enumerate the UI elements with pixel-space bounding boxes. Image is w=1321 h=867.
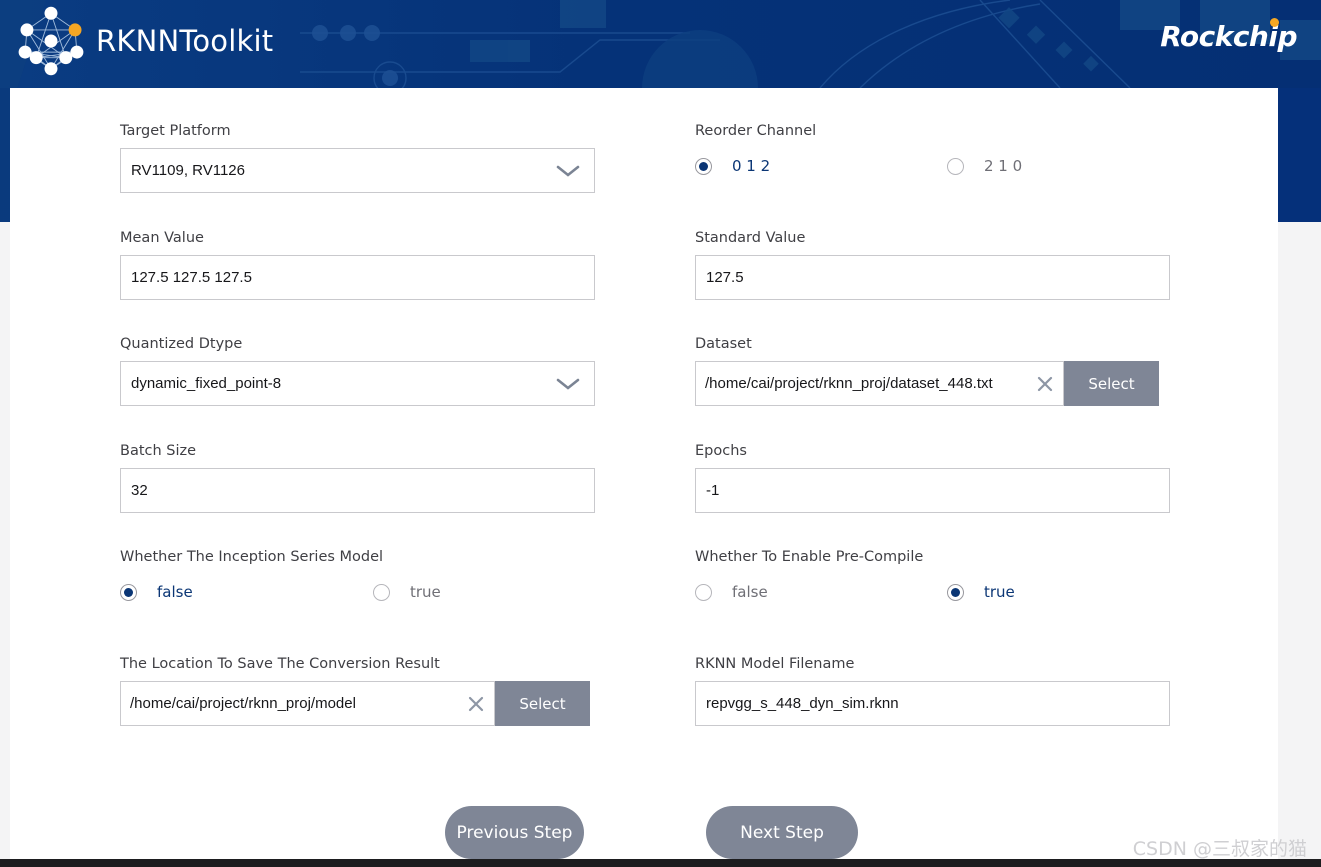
quantized-dtype-value: dynamic_fixed_point-8 [131, 375, 282, 392]
inception-series-option-false[interactable]: false [120, 583, 373, 601]
app-title: RKNNToolkit [96, 24, 274, 58]
mean-value-label: Mean Value [120, 230, 204, 246]
close-x-icon[interactable] [1035, 374, 1055, 394]
bottom-bar [0, 859, 1321, 867]
brand: RKNNToolkit [14, 4, 273, 78]
form-footer: Previous Step Next Step [10, 788, 1278, 859]
reorder-channel-label: Reorder Channel [695, 123, 817, 139]
vendor-logo: Rockchip [1160, 18, 1297, 54]
standard-value-label: Standard Value [695, 230, 806, 246]
radio-mark-unselected [695, 583, 712, 601]
inception-series-radio-group: false true [120, 583, 600, 601]
rknn-model-filename-text: repvgg_s_448_dyn_sim.rknn [706, 695, 899, 712]
mean-value-text: 127.5 127.5 127.5 [131, 269, 252, 286]
vendor-logo-dot [1270, 18, 1279, 27]
batch-size-input[interactable]: 32 [120, 468, 595, 513]
epochs-label: Epochs [695, 443, 747, 459]
next-step-button[interactable]: Next Step [706, 806, 858, 859]
save-location-label: The Location To Save The Conversion Resu… [120, 656, 440, 672]
chevron-down-icon [556, 165, 580, 177]
quantized-dtype-select[interactable]: dynamic_fixed_point-8 [120, 361, 595, 406]
save-location-select-button[interactable]: Select [495, 681, 590, 726]
epochs-text: -1 [706, 482, 720, 499]
field-inception-series: Whether The Inception Series Model false… [120, 549, 600, 601]
dataset-label: Dataset [695, 336, 752, 352]
quantized-dtype-label: Quantized Dtype [120, 336, 243, 352]
field-mean-value: Mean Value 127.5 127.5 127.5 [120, 230, 595, 300]
radio-mark-unselected [373, 583, 390, 601]
dataset-select-button[interactable]: Select [1064, 361, 1159, 406]
field-epochs: Epochs -1 [695, 443, 1170, 513]
network-graph-icon [18, 6, 84, 76]
batch-size-label: Batch Size [120, 443, 197, 459]
field-rknn-model-filename: RKNN Model Filename repvgg_s_448_dyn_sim… [695, 656, 1170, 726]
close-x-icon[interactable] [466, 694, 486, 714]
reorder-channel-radio-group: 0 1 2 2 1 0 [695, 157, 1175, 175]
rknn-model-filename-label: RKNN Model Filename [695, 656, 855, 672]
reorder-channel-option-012[interactable]: 0 1 2 [695, 157, 947, 175]
dataset-picker-row: /home/cai/project/rknn_proj/dataset_448.… [695, 361, 1175, 406]
reorder-channel-option-012-label: 0 1 2 [732, 157, 771, 175]
target-platform-select[interactable]: RV1109, RV1126 [120, 148, 595, 193]
field-pre-compile: Whether To Enable Pre-Compile false true [695, 549, 1175, 601]
inception-series-option-false-label: false [157, 583, 193, 601]
dataset-value: /home/cai/project/rknn_proj/dataset_448.… [705, 375, 993, 392]
epochs-input[interactable]: -1 [695, 468, 1170, 513]
standard-value-text: 127.5 [706, 269, 744, 286]
chevron-down-icon [556, 378, 580, 390]
page-root: RKNNToolkit Rockchip Target Platform RV1… [0, 0, 1321, 867]
radio-mark-selected [120, 583, 137, 601]
field-target-platform: Target Platform RV1109, RV1126 [120, 123, 595, 193]
inception-series-option-true-label: true [410, 583, 441, 601]
target-platform-label: Target Platform [120, 123, 231, 139]
reorder-channel-option-210-label: 2 1 0 [984, 157, 1023, 175]
logo-accent-node [68, 23, 82, 37]
pre-compile-option-false[interactable]: false [695, 583, 947, 601]
field-standard-value: Standard Value 127.5 [695, 230, 1170, 300]
watermark: CSDN @三叔家的猫 [1132, 838, 1307, 860]
content-card: Target Platform RV1109, RV1126 Reorder C… [10, 88, 1278, 859]
inception-series-option-true[interactable]: true [373, 583, 441, 601]
mean-value-input[interactable]: 127.5 127.5 127.5 [120, 255, 595, 300]
conversion-settings-form: Target Platform RV1109, RV1126 Reorder C… [10, 88, 1278, 788]
reorder-channel-option-210[interactable]: 2 1 0 [947, 157, 1022, 175]
radio-mark-unselected [947, 157, 964, 175]
pre-compile-option-true[interactable]: true [947, 583, 1015, 601]
field-save-location: The Location To Save The Conversion Resu… [120, 656, 600, 726]
save-location-picker-row: /home/cai/project/rknn_proj/model Select [120, 681, 600, 726]
save-location-input[interactable]: /home/cai/project/rknn_proj/model [120, 681, 495, 726]
field-batch-size: Batch Size 32 [120, 443, 595, 513]
pre-compile-radio-group: false true [695, 583, 1175, 601]
field-dataset: Dataset /home/cai/project/rknn_proj/data… [695, 336, 1175, 406]
radio-mark-selected [695, 157, 712, 175]
dataset-input[interactable]: /home/cai/project/rknn_proj/dataset_448.… [695, 361, 1064, 406]
pre-compile-label: Whether To Enable Pre-Compile [695, 549, 924, 565]
app-header: RKNNToolkit Rockchip [0, 0, 1321, 88]
inception-series-label: Whether The Inception Series Model [120, 549, 384, 565]
rknn-model-filename-input[interactable]: repvgg_s_448_dyn_sim.rknn [695, 681, 1170, 726]
batch-size-text: 32 [131, 482, 148, 499]
pre-compile-option-true-label: true [984, 583, 1015, 601]
previous-step-button[interactable]: Previous Step [445, 806, 584, 859]
pre-compile-option-false-label: false [732, 583, 768, 601]
standard-value-input[interactable]: 127.5 [695, 255, 1170, 300]
field-quantized-dtype: Quantized Dtype dynamic_fixed_point-8 [120, 336, 595, 406]
radio-mark-selected [947, 583, 964, 601]
field-reorder-channel: Reorder Channel 0 1 2 2 1 0 [695, 123, 1175, 175]
target-platform-value: RV1109, RV1126 [131, 162, 245, 179]
save-location-value: /home/cai/project/rknn_proj/model [130, 695, 356, 712]
